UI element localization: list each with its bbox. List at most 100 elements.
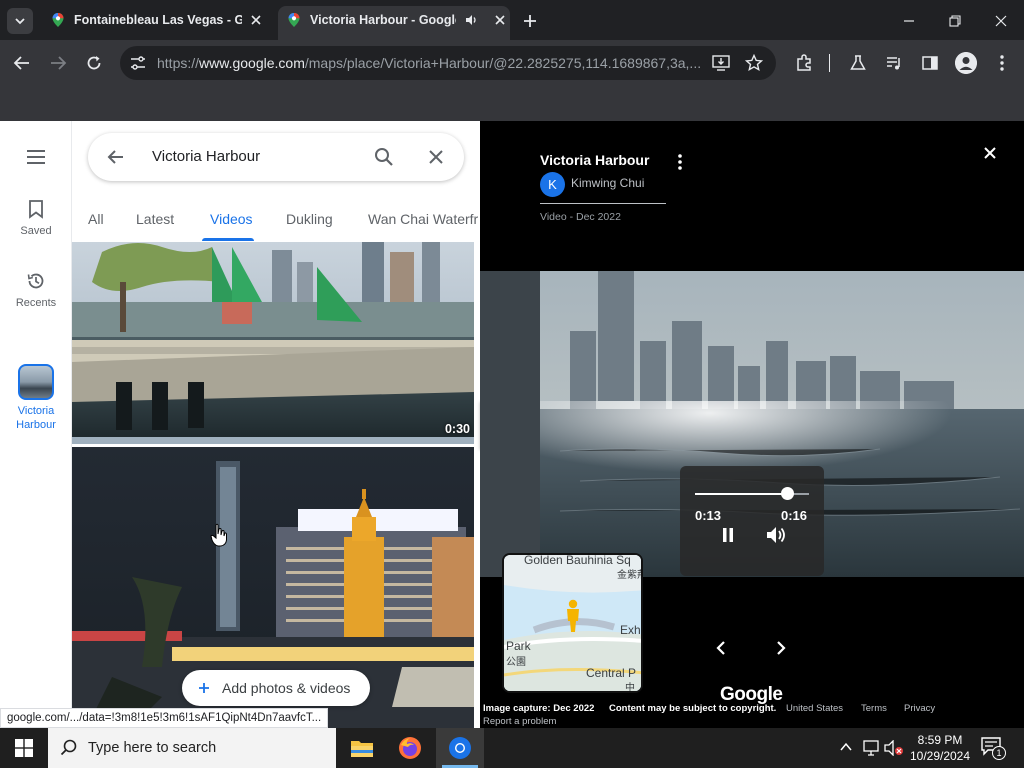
firefox-icon [399, 737, 421, 759]
total-time: 0:16 [781, 508, 808, 523]
tab-fontainebleau[interactable]: Fontainebleau Las Vegas - Goo [44, 6, 274, 34]
video-duration: 0:30 [444, 422, 470, 436]
maps-pin-icon [52, 13, 64, 27]
url-text: https://www.google.com/maps/place/Victor… [157, 55, 707, 71]
map-label-central: Central P [586, 666, 637, 680]
forward-arrow-icon[interactable] [49, 54, 67, 72]
reload-icon[interactable] [85, 54, 103, 72]
country-link[interactable]: United States [786, 703, 843, 714]
more-vert-icon[interactable] [995, 54, 1009, 72]
chevron-right-icon[interactable] [776, 640, 786, 656]
pegman-icon[interactable] [564, 599, 582, 633]
recents-button[interactable]: Recents [0, 271, 72, 309]
tab-search-button[interactable] [7, 8, 33, 34]
speaker-icon[interactable] [464, 13, 478, 27]
minimize-icon [904, 20, 914, 22]
left-rail: Saved Recents Victoria Harbour [0, 121, 72, 728]
system-clock[interactable]: 8:59 PM 10/29/2024 [905, 732, 975, 764]
divider [540, 203, 666, 204]
chrome-button[interactable] [436, 728, 484, 768]
address-bar[interactable]: https://www.google.com/maps/place/Victor… [120, 46, 776, 80]
terms-link[interactable]: Terms [861, 703, 887, 714]
place-label: Victoria Harbour [16, 405, 56, 431]
map-label-golden-bauhinia: Golden Bauhinia Sq [524, 553, 631, 567]
side-panel: Victoria Harbour All Latest Videos Dukli… [72, 121, 480, 728]
chevron-up-icon[interactable] [840, 742, 852, 752]
restore-button[interactable] [933, 8, 977, 34]
more-vert-icon[interactable] [676, 153, 684, 171]
profile-avatar[interactable] [955, 52, 977, 74]
bookmark-bar [0, 86, 1024, 121]
map-label-park-cn: 公園 [506, 657, 526, 668]
firefox-button[interactable] [386, 728, 434, 768]
clock-time: 8:59 PM [917, 733, 963, 747]
current-time: 0:13 [695, 508, 722, 523]
labs-flask-icon[interactable] [849, 54, 867, 72]
back-arrow-icon[interactable] [13, 54, 31, 72]
network-icon[interactable] [862, 740, 880, 756]
file-explorer-button[interactable] [338, 728, 386, 768]
notification-center-button[interactable]: 1 [980, 736, 1006, 760]
star-icon[interactable] [745, 54, 763, 72]
search-box[interactable]: Victoria Harbour [88, 133, 464, 181]
author-name[interactable]: Kimwing Chui [571, 176, 644, 190]
bookmark-icon [29, 200, 43, 219]
saved-button[interactable]: Saved [0, 199, 72, 237]
tab-victoria-harbour[interactable]: Victoria Harbour - Google M [280, 6, 510, 34]
menu-button[interactable] [0, 149, 72, 165]
video-controls: 0:13 0:16 [680, 466, 824, 576]
url-domain: www.google.com [199, 55, 305, 71]
place-thumbnail [18, 364, 54, 400]
chevron-down-icon [15, 18, 25, 25]
close-icon[interactable] [494, 14, 506, 26]
search-input[interactable]: Victoria Harbour [152, 148, 260, 165]
search-icon[interactable] [374, 147, 394, 167]
new-tab-button[interactable] [518, 10, 542, 32]
close-icon [995, 15, 1007, 27]
site-settings-icon[interactable] [130, 56, 146, 70]
taskbar-search-box[interactable]: Type here to search [48, 728, 336, 768]
chevron-left-icon[interactable] [716, 640, 726, 656]
filter-tab-wan-chai[interactable]: Wan Chai Waterfr [368, 211, 478, 227]
media-controls-icon[interactable] [885, 54, 903, 72]
volume-icon[interactable] [766, 526, 786, 544]
filter-tab-all[interactable]: All [88, 211, 104, 227]
author-avatar[interactable]: K [540, 172, 565, 197]
close-window-button[interactable] [979, 8, 1023, 34]
progress-knob[interactable] [781, 487, 795, 500]
close-icon[interactable] [984, 147, 996, 159]
progress-track[interactable] [695, 487, 809, 500]
person-icon [955, 52, 977, 74]
plus-icon [524, 15, 536, 27]
mini-map[interactable]: Golden Bauhinia Sq 金紫荊 Exhi Park 公園 Cent… [502, 553, 643, 693]
filter-tab-dukling[interactable]: Dukling [286, 211, 333, 227]
tab-title: Fontainebleau Las Vegas - Goo [74, 13, 242, 27]
back-arrow-icon[interactable] [107, 148, 125, 166]
map-label-exhi: Exhi [620, 623, 643, 637]
search-icon [60, 739, 77, 756]
side-panel-icon[interactable] [921, 54, 939, 72]
add-photos-videos-button[interactable]: Add photos & videos [182, 670, 370, 706]
filter-tab-videos[interactable]: Videos [210, 211, 253, 227]
privacy-link[interactable]: Privacy [904, 703, 935, 714]
volume-muted-icon[interactable] [884, 740, 904, 756]
recent-place-victoria-harbour[interactable]: Victoria Harbour [0, 364, 72, 432]
extensions-icon[interactable] [795, 54, 813, 72]
video-thumbnail[interactable]: 0:30 [72, 242, 474, 444]
active-tab-indicator [202, 238, 254, 241]
report-problem-link[interactable]: Report a problem [483, 716, 556, 727]
start-button[interactable] [0, 728, 48, 768]
windows-taskbar: Type here to search 8:59 PM 10/29/2024 1 [0, 728, 1024, 768]
hamburger-menu-icon [27, 150, 45, 164]
install-app-icon[interactable] [712, 55, 730, 71]
pause-icon[interactable] [722, 528, 734, 542]
maps-page: Saved Recents Victoria Harbour Victoria … [0, 121, 1024, 728]
clear-icon[interactable] [428, 149, 444, 165]
map-label-central-cn: 中 [625, 683, 635, 693]
notification-count: 1 [992, 746, 1006, 760]
restore-icon [949, 15, 961, 27]
hand-cursor-icon [210, 523, 227, 547]
close-icon[interactable] [250, 14, 262, 26]
filter-tab-latest[interactable]: Latest [136, 211, 174, 227]
minimize-button[interactable] [887, 8, 931, 34]
